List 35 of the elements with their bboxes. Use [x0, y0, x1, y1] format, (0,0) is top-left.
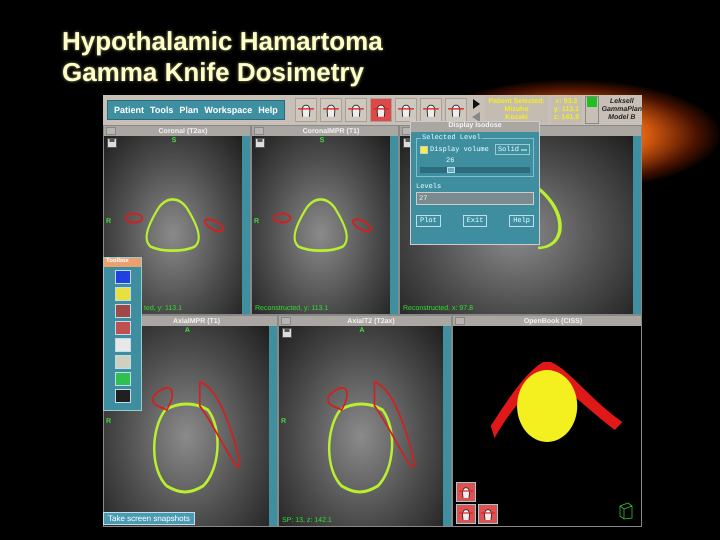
head-view-button[interactable] [456, 482, 476, 502]
scrollbar[interactable] [443, 326, 451, 526]
tool-icon[interactable] [114, 389, 130, 403]
caret-icon [521, 148, 527, 152]
menu-item[interactable]: Workspace [204, 105, 252, 115]
head-view-button[interactable] [420, 98, 442, 122]
save-icon[interactable] [107, 138, 117, 148]
head-view-button[interactable] [294, 98, 317, 122]
save-icon[interactable] [255, 138, 265, 148]
menu-item[interactable]: Patient [114, 105, 144, 115]
scrollbar[interactable] [390, 136, 398, 314]
head-view-button[interactable] [344, 98, 367, 122]
menu-item[interactable]: Help [258, 105, 278, 115]
cube-icon [619, 502, 633, 520]
save-icon[interactable] [282, 328, 292, 338]
head-view-button[interactable] [456, 504, 476, 524]
slide-title: Hypothalamic Hamartoma [62, 26, 384, 57]
slide-title: Gamma Knife Dosimetry [62, 57, 365, 88]
level-slider[interactable] [420, 167, 530, 173]
scrollbar[interactable] [633, 136, 641, 314]
head-view-button[interactable] [445, 98, 468, 122]
head-view-button[interactable] [395, 98, 418, 122]
head-view-button[interactable] [478, 504, 498, 524]
checkbox[interactable] [420, 146, 428, 154]
tool-icon[interactable] [114, 270, 130, 284]
menu-item[interactable]: Plan [179, 105, 198, 115]
scrollbar[interactable] [242, 136, 250, 314]
play-icon[interactable] [470, 98, 482, 110]
head-view-button[interactable] [320, 98, 342, 122]
snapshot-button[interactable]: Take screen snapshots [103, 512, 195, 525]
head-view-button[interactable] [370, 98, 392, 122]
indicator-light-icon [586, 97, 597, 107]
scrollbar[interactable] [269, 326, 277, 526]
slider-thumb[interactable] [446, 167, 455, 173]
menu-item[interactable]: Tools [150, 105, 174, 115]
